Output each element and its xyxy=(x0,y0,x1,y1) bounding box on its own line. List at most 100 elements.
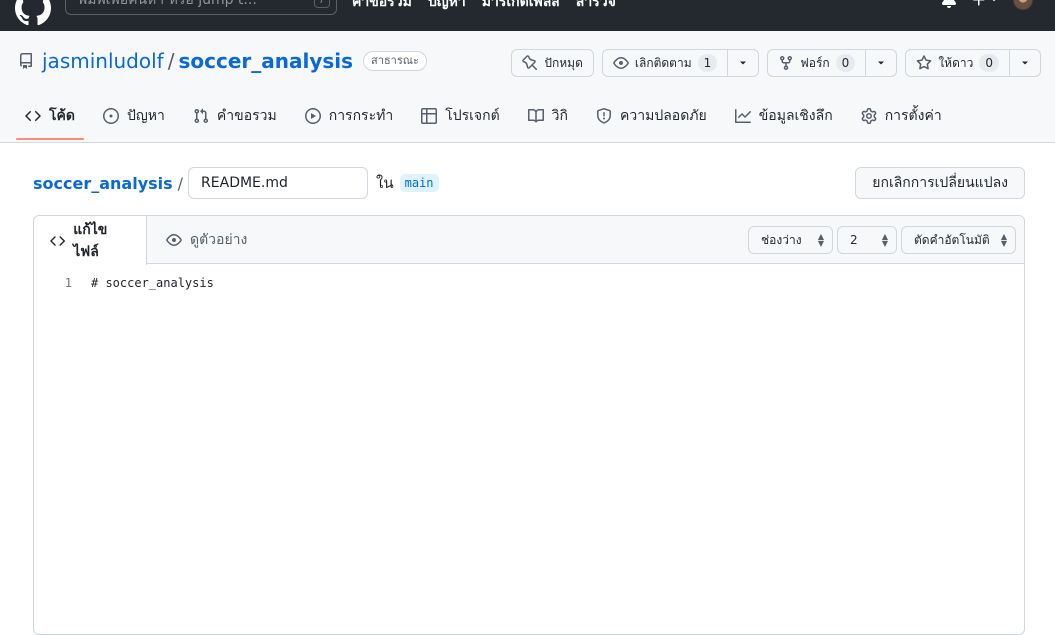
tab-preview[interactable]: ดูตัวอย่าง xyxy=(150,216,263,264)
global-nav-explore[interactable]: สำรวจ xyxy=(576,0,616,13)
repo-owner-link[interactable]: jasminludolf xyxy=(42,49,164,73)
tab-settings[interactable]: การตั้งค่า xyxy=(852,97,951,138)
line-content[interactable]: # soccer_analysis xyxy=(91,276,214,290)
play-icon xyxy=(304,108,321,124)
indent-mode-select[interactable]: ช่องว่าง ▲ ▼ xyxy=(748,226,833,254)
fork-label: ฟอร์ก xyxy=(800,55,830,70)
tab-security[interactable]: ความปลอดภัย xyxy=(587,97,716,138)
watch-button-group: เลิกติดตาม 1 xyxy=(601,49,760,77)
tab-label: ความปลอดภัย xyxy=(620,108,707,124)
bell-icon[interactable] xyxy=(941,0,957,8)
repo-actions: ปักหมุด เลิกติดตาม 1 ฟอร์ก 0 ให้ดาว 0 xyxy=(511,49,1041,77)
issue-icon xyxy=(102,108,119,124)
tab-label: การตั้งค่า xyxy=(884,108,942,124)
filename-input[interactable] xyxy=(188,167,369,199)
breadcrumb-repo-link[interactable]: soccer_analysis xyxy=(33,174,173,193)
global-nav-marketplace[interactable]: มาร์เก็ตเพลส xyxy=(482,0,560,13)
pin-button[interactable]: ปักหมุด xyxy=(511,49,594,77)
fork-dropdown-button[interactable] xyxy=(866,49,898,77)
visibility-badge: สาธารณะ xyxy=(363,51,427,71)
eye-icon xyxy=(613,57,629,69)
tab-label: ข้อมูลเชิงลึก xyxy=(758,108,833,124)
repo-tabs: โค้ด ปัญหา คำขอรวม การกระทำ โปรเจกต์ วิก… xyxy=(16,97,961,140)
eye-icon xyxy=(166,234,182,246)
tab-issues[interactable]: ปัญหา xyxy=(94,97,174,138)
file-path-row: soccer_analysis / ใน main xyxy=(33,167,439,199)
star-label: ให้ดาว xyxy=(938,55,974,70)
tab-label: โค้ด xyxy=(49,108,75,124)
tab-label: ปัญหา xyxy=(126,108,165,124)
header-actions xyxy=(941,0,1033,10)
star-count: 0 xyxy=(979,54,999,72)
wrap-mode-select[interactable]: ตัดคำอัตโนมัติ ▲ ▼ xyxy=(901,226,1016,254)
wrap-mode-value: ตัดคำอัตโนมัติ xyxy=(914,232,990,247)
repository-header: jasminludolf / soccer_analysis สาธารณะ ป… xyxy=(0,31,1055,143)
tab-actions[interactable]: การกระทำ xyxy=(296,97,402,138)
global-header: พิมพ์เพื่อค้นหา หรือ jump t... / คำขอรวม… xyxy=(0,0,1055,31)
star-button-group: ให้ดาว 0 xyxy=(905,49,1041,77)
table-icon xyxy=(421,108,438,124)
search-shortcut-key: / xyxy=(314,0,330,8)
star-button[interactable]: ให้ดาว 0 xyxy=(905,49,1010,77)
global-nav: คำขอรวม ปัญหา มาร์เก็ตเพลส สำรวจ xyxy=(352,0,616,13)
caret-down-icon xyxy=(740,61,747,65)
global-nav-pulls[interactable]: คำขอรวม xyxy=(352,0,412,13)
star-icon xyxy=(916,55,932,70)
gear-icon xyxy=(861,108,877,124)
watch-dropdown-button[interactable] xyxy=(727,49,760,77)
caret-down-icon xyxy=(1022,61,1028,65)
cancel-changes-button[interactable]: ยกเลิกการเปลี่ยนแปลง xyxy=(855,167,1025,199)
repo-title: jasminludolf / soccer_analysis สาธารณะ xyxy=(18,49,427,73)
indent-size-value: 2 xyxy=(850,233,858,247)
branch-name: main xyxy=(399,174,439,192)
tab-wiki[interactable]: วิกิ xyxy=(519,97,577,138)
editor-controls: ช่องว่าง ▲ ▼ 2 ▲ ▼ ตัดคำอัตโนมัติ ▲ ▼ xyxy=(748,226,1016,254)
book-icon xyxy=(527,108,544,123)
graph-icon xyxy=(734,109,751,123)
unwatch-button[interactable]: เลิกติดตาม 1 xyxy=(601,49,729,77)
fork-button[interactable]: ฟอร์ก 0 xyxy=(767,49,867,77)
select-arrows-icon: ▲ ▼ xyxy=(1000,232,1007,248)
tab-edit-file[interactable]: แก้ไขไฟล์ xyxy=(34,216,147,265)
select-arrows-icon: ▲ ▼ xyxy=(881,232,888,248)
pin-label: ปักหมุด xyxy=(544,55,583,70)
caret-down-icon xyxy=(878,61,885,65)
in-branch-label: ใน xyxy=(376,174,394,192)
tab-insights[interactable]: ข้อมูลเชิงลึก xyxy=(726,97,842,138)
pin-icon xyxy=(522,55,538,71)
star-dropdown-button[interactable] xyxy=(1010,49,1041,77)
tab-label: คำขอรวม xyxy=(216,108,277,124)
edit-tab-label: แก้ไขไฟล์ xyxy=(73,221,108,260)
github-logo-icon[interactable] xyxy=(15,0,51,26)
tab-label: โปรเจกต์ xyxy=(445,108,500,124)
editor-header: แก้ไขไฟล์ ดูตัวอย่าง ช่องว่าง ▲ ▼ 2 ▲ ▼ ตั… xyxy=(34,216,1024,265)
user-avatar[interactable] xyxy=(1013,0,1033,10)
tab-label: การกระทำ xyxy=(328,108,394,124)
code-icon xyxy=(50,235,65,246)
plus-icon xyxy=(973,0,985,6)
indent-size-select[interactable]: 2 ▲ ▼ xyxy=(837,226,897,254)
search-placeholder: พิมพ์เพื่อค้นหา หรือ jump t... xyxy=(78,0,257,8)
tab-pull-requests[interactable]: คำขอรวม xyxy=(184,97,286,138)
global-nav-issues[interactable]: ปัญหา xyxy=(428,0,466,13)
repo-title-separator: / xyxy=(167,49,175,73)
code-icon xyxy=(25,110,41,122)
repo-name-link[interactable]: soccer_analysis xyxy=(178,49,353,73)
caret-down-icon xyxy=(992,0,996,2)
tab-label: วิกิ xyxy=(551,108,569,124)
watch-count: 1 xyxy=(697,54,718,72)
file-editor: แก้ไขไฟล์ ดูตัวอย่าง ช่องว่าง ▲ ▼ 2 ▲ ▼ ตั… xyxy=(33,215,1025,635)
tab-projects[interactable]: โปรเจกต์ xyxy=(412,97,508,138)
indent-mode-value: ช่องว่าง xyxy=(761,232,802,247)
fork-button-group: ฟอร์ก 0 xyxy=(767,49,898,77)
tab-code[interactable]: โค้ด xyxy=(16,97,84,140)
select-arrows-icon: ▲ ▼ xyxy=(817,232,824,248)
global-search-input[interactable]: พิมพ์เพื่อค้นหา หรือ jump t... / xyxy=(65,0,337,15)
code-line[interactable]: 1 # soccer_analysis xyxy=(34,276,214,290)
shield-icon xyxy=(597,108,612,124)
breadcrumb-separator: / xyxy=(177,173,184,193)
create-new-button[interactable] xyxy=(971,0,999,8)
pull-request-icon xyxy=(194,108,208,124)
preview-tab-label: ดูตัวอย่าง xyxy=(190,232,248,248)
fork-icon xyxy=(780,56,793,71)
